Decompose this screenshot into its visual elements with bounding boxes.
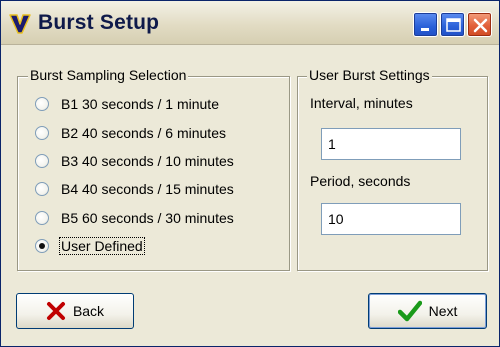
radio-option-b5[interactable]: B5 60 seconds / 30 minutes — [35, 208, 235, 228]
interval-label: Interval, minutes — [310, 95, 413, 111]
next-button-label: Next — [428, 303, 458, 319]
radio-button-b4[interactable] — [35, 182, 49, 196]
maximize-button[interactable] — [440, 12, 465, 37]
radio-option-b1[interactable]: B1 30 seconds / 1 minute — [35, 94, 220, 114]
back-button-label: Back — [72, 303, 105, 319]
user-burst-settings-group: User Burst Settings Interval, minutes Pe… — [297, 67, 488, 271]
radio-label-user-defined: User Defined — [59, 237, 145, 255]
radio-button-user-defined[interactable] — [35, 239, 49, 253]
radio-label-b4: B4 40 seconds / 15 minutes — [61, 181, 234, 197]
maximize-icon — [446, 18, 461, 32]
radio-label-b2: B2 40 seconds / 6 minutes — [61, 125, 226, 141]
window-title: Burst Setup — [38, 11, 160, 34]
v-logo-icon — [9, 14, 31, 34]
close-button[interactable] — [467, 12, 492, 37]
burst-sampling-selection-legend: Burst Sampling Selection — [28, 67, 189, 83]
radio-label-b5: B5 60 seconds / 30 minutes — [61, 210, 234, 226]
red-x-icon — [46, 301, 66, 321]
period-label: Period, seconds — [310, 173, 411, 189]
back-button[interactable]: Back — [16, 293, 134, 329]
radio-option-b2[interactable]: B2 40 seconds / 6 minutes — [35, 123, 227, 143]
period-input[interactable] — [321, 203, 461, 235]
radio-label-b1: B1 30 seconds / 1 minute — [61, 96, 219, 112]
radio-option-user-defined[interactable]: User Defined — [35, 236, 145, 256]
user-burst-settings-legend: User Burst Settings — [307, 67, 432, 83]
radio-option-b3[interactable]: B3 40 seconds / 10 minutes — [35, 151, 235, 171]
close-icon — [473, 18, 488, 33]
minimize-button[interactable] — [413, 12, 438, 37]
interval-input[interactable] — [321, 128, 461, 160]
title-bar[interactable]: Burst Setup — [1, 1, 499, 45]
radio-button-b2[interactable] — [35, 126, 49, 140]
radio-label-b3: B3 40 seconds / 10 minutes — [61, 153, 234, 169]
burst-setup-window: Burst Setup Burst Sampling Selection B1 … — [0, 0, 500, 347]
radio-button-b1[interactable] — [35, 97, 49, 111]
radio-option-b4[interactable]: B4 40 seconds / 15 minutes — [35, 179, 235, 199]
green-checkmark-icon — [397, 300, 422, 322]
burst-sampling-selection-group: Burst Sampling Selection B1 30 seconds /… — [17, 67, 290, 271]
radio-button-b3[interactable] — [35, 154, 49, 168]
radio-button-b5[interactable] — [35, 211, 49, 225]
next-button[interactable]: Next — [368, 293, 487, 329]
minimize-icon — [421, 28, 429, 31]
